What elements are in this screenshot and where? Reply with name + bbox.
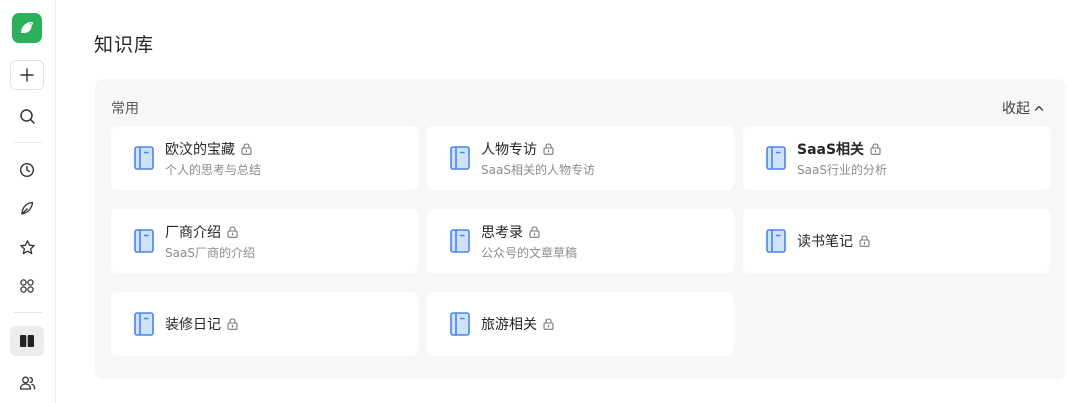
feather-icon	[21, 201, 34, 215]
book-icon	[134, 146, 154, 170]
search-button[interactable]	[10, 101, 44, 131]
search-icon	[19, 108, 35, 124]
chevron-up-icon	[1034, 105, 1044, 111]
book-name-row: 思考录	[481, 222, 577, 242]
book-name-row: 装修日记	[165, 314, 238, 334]
book-card[interactable]: 人物专访 SaaS相关的人物专访	[427, 126, 734, 190]
lock-icon	[543, 142, 554, 155]
book-texts: 装修日记	[165, 314, 238, 334]
book-icon	[450, 146, 470, 170]
book-texts: 欧汶的宝藏 个人的思考与总结	[165, 139, 261, 178]
book-name-row: 厂商介绍	[165, 222, 255, 242]
favorites-button[interactable]	[10, 232, 44, 262]
book-icon	[450, 312, 470, 336]
lock-icon	[227, 225, 238, 238]
book-name: 人物专访	[481, 141, 537, 158]
sidebar	[0, 0, 56, 403]
book-card[interactable]: 欧汶的宝藏 个人的思考与总结	[111, 126, 418, 190]
recent-button[interactable]	[10, 155, 44, 185]
book-description: SaaS相关的人物专访	[481, 162, 595, 177]
book-texts: SaaS相关 SaaS行业的分析	[797, 139, 887, 178]
book-texts: 旅游相关	[481, 314, 554, 334]
book-texts: 厂商介绍 SaaS厂商的介绍	[165, 222, 255, 261]
page-title: 知识库	[94, 34, 155, 56]
book-card[interactable]: 厂商介绍 SaaS厂商的介绍	[111, 209, 418, 273]
apps-icon	[20, 279, 34, 293]
lock-icon	[529, 225, 540, 238]
book-description: SaaS厂商的介绍	[165, 245, 255, 260]
book-description: SaaS行业的分析	[797, 162, 887, 177]
book-texts: 读书笔记	[797, 231, 870, 251]
apps-button[interactable]	[10, 271, 44, 301]
lock-icon	[543, 318, 554, 330]
book-description: 公众号的文章草稿	[481, 245, 578, 260]
book-card[interactable]: 读书笔记	[743, 209, 1050, 273]
book-icon	[450, 229, 470, 253]
book-name: 思考录	[481, 224, 523, 241]
book-name: SaaS相关	[797, 141, 865, 158]
lock-icon	[241, 142, 252, 155]
team-button[interactable]	[10, 368, 44, 398]
notes-button[interactable]	[10, 193, 44, 223]
lock-icon	[227, 318, 238, 330]
book-icon	[766, 229, 786, 253]
book-name-row: 读书笔记	[797, 231, 870, 251]
collapse-label: 收起	[1002, 101, 1030, 117]
frequent-books-panel: 常用 收起 欧汶的宝藏 个人的思考与总结 人物专访 SaaS相关的人物专访 Sa…	[95, 79, 1066, 379]
collapse-button[interactable]: 收起	[1002, 98, 1044, 118]
users-icon	[19, 376, 35, 390]
book-icon	[766, 146, 786, 170]
book-icon	[134, 312, 154, 336]
star-icon	[19, 239, 35, 254]
new-button[interactable]	[10, 60, 44, 90]
book-card[interactable]: 装修日记	[111, 292, 418, 356]
library-button[interactable]	[10, 326, 44, 356]
book-description: 个人的思考与总结	[165, 162, 262, 177]
yuque-bird-logo-icon[interactable]	[12, 13, 42, 43]
book-card[interactable]: SaaS相关 SaaS行业的分析	[743, 126, 1050, 190]
book-icon	[134, 229, 154, 253]
book-name: 旅游相关	[481, 317, 537, 333]
sidebar-divider	[14, 312, 42, 313]
clock-icon	[19, 162, 35, 178]
plus-icon	[20, 68, 34, 82]
book-texts: 人物专访 SaaS相关的人物专访	[481, 139, 595, 178]
book-open-icon	[20, 335, 34, 347]
book-texts: 思考录 公众号的文章草稿	[481, 222, 577, 261]
lock-icon	[870, 142, 881, 155]
book-name-row: SaaS相关	[797, 139, 887, 159]
book-name: 装修日记	[165, 317, 221, 333]
section-label: 常用	[111, 101, 139, 117]
book-card[interactable]: 思考录 公众号的文章草稿	[427, 209, 734, 273]
book-name-row: 欧汶的宝藏	[165, 139, 261, 159]
book-name: 厂商介绍	[165, 224, 221, 241]
sidebar-divider	[14, 142, 42, 143]
book-card[interactable]: 旅游相关	[427, 292, 734, 356]
book-name-row: 人物专访	[481, 139, 595, 159]
book-name: 欧汶的宝藏	[165, 141, 235, 158]
book-name-row: 旅游相关	[481, 314, 554, 334]
lock-icon	[859, 235, 870, 247]
book-name: 读书笔记	[797, 234, 853, 250]
